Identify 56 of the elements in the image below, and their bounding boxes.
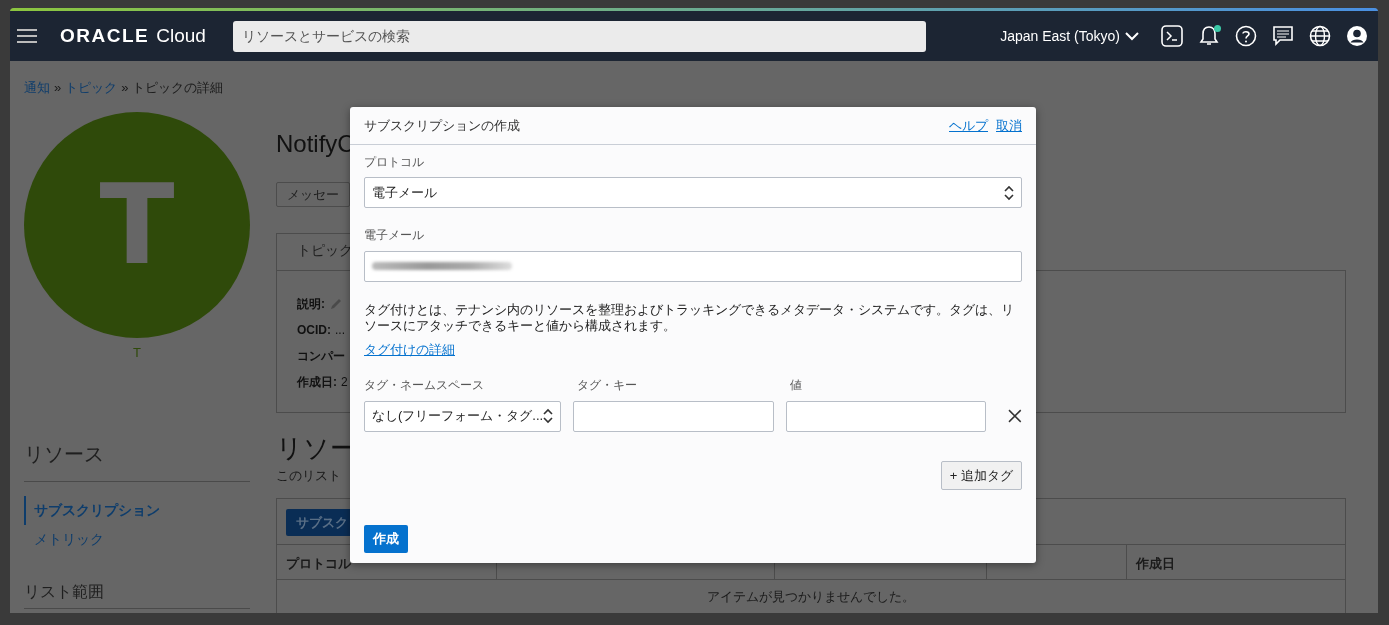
sort-icon [543, 408, 554, 424]
protocol-select[interactable]: 電子メール [364, 177, 1022, 209]
help-button[interactable] [1235, 25, 1257, 47]
feedback-button[interactable] [1272, 25, 1294, 47]
search-field[interactable]: リソースとサービスの検索 [232, 20, 926, 52]
menu-icon [17, 28, 37, 44]
page-title: NotifyC [276, 128, 355, 159]
field-label: 値 [790, 378, 803, 394]
avatar-letter: T [99, 169, 175, 280]
tag-key-field[interactable] [573, 400, 775, 432]
notifications-button[interactable] [1198, 25, 1220, 47]
breadcrumb-current: トピックの詳細 [132, 79, 224, 97]
detail-label: 作成日: [297, 374, 337, 391]
detail-value: 2 [341, 374, 348, 391]
add-tag-button[interactable]: + 追加タグ [940, 460, 1022, 490]
help-icon [1235, 25, 1257, 47]
section-description: このリスト [276, 467, 341, 486]
language-button[interactable] [1309, 25, 1331, 47]
tagging-link[interactable]: タグ付けの詳細 [364, 340, 455, 360]
chevron-down-icon [1125, 31, 1139, 41]
brand-logo: ORACLE [60, 23, 150, 48]
detail-label: OCID: [297, 322, 331, 339]
breadcrumb-separator: » [54, 79, 62, 97]
field-label: タグ・キー [577, 378, 638, 394]
tagging-description: タグ付けとは、テナンシ内のリソースを整理およびトラッキングできるメタデータ・システムです。タグは、リソースにアタッチできるキーと値から構成されます。 [364, 301, 1015, 336]
field-label: タグ・ネームスペース [364, 378, 485, 394]
brand-name: Cloud [156, 23, 206, 48]
breadcrumb-separator: » [121, 79, 129, 97]
email-field[interactable] [364, 250, 1022, 282]
profile-button[interactable] [1346, 25, 1368, 47]
chat-icon [1272, 25, 1294, 47]
detail-label: コンパー [297, 348, 345, 365]
sidebar-heading: リスト範囲 [24, 580, 250, 609]
dialog-link[interactable]: ヘルプ [949, 115, 988, 136]
detail-label: 説明: [297, 296, 325, 313]
user-icon [1346, 25, 1368, 47]
detail-value: ... [335, 322, 345, 339]
field-label: プロトコル [364, 155, 425, 170]
globe-icon [1309, 25, 1331, 47]
create-button[interactable]: 作成 [364, 525, 408, 553]
dialog-title: サブスクリプションの作成 [364, 116, 520, 135]
empty-message: アイテムが見つかりませんでした。 [706, 588, 916, 607]
sidebar-heading: リソース [24, 439, 250, 482]
sort-icon [1004, 184, 1014, 201]
menu-button[interactable] [17, 28, 37, 44]
dialog-link[interactable]: 取消 [996, 115, 1022, 136]
column-header: 作成日 [1126, 545, 1345, 580]
avatar-caption: T [132, 343, 142, 362]
bell-icon [1198, 25, 1220, 47]
namespace-select[interactable]: なし(フリーフォーム・タグ... [364, 400, 562, 432]
close-icon[interactable] [1008, 409, 1022, 423]
region-selector[interactable]: Japan East (Tokyo) [1000, 25, 1139, 47]
terminal-icon [1161, 25, 1183, 47]
column-header: プロトコル [285, 555, 352, 574]
terminal-button[interactable] [1161, 25, 1183, 47]
tag-value-field[interactable] [786, 400, 987, 432]
